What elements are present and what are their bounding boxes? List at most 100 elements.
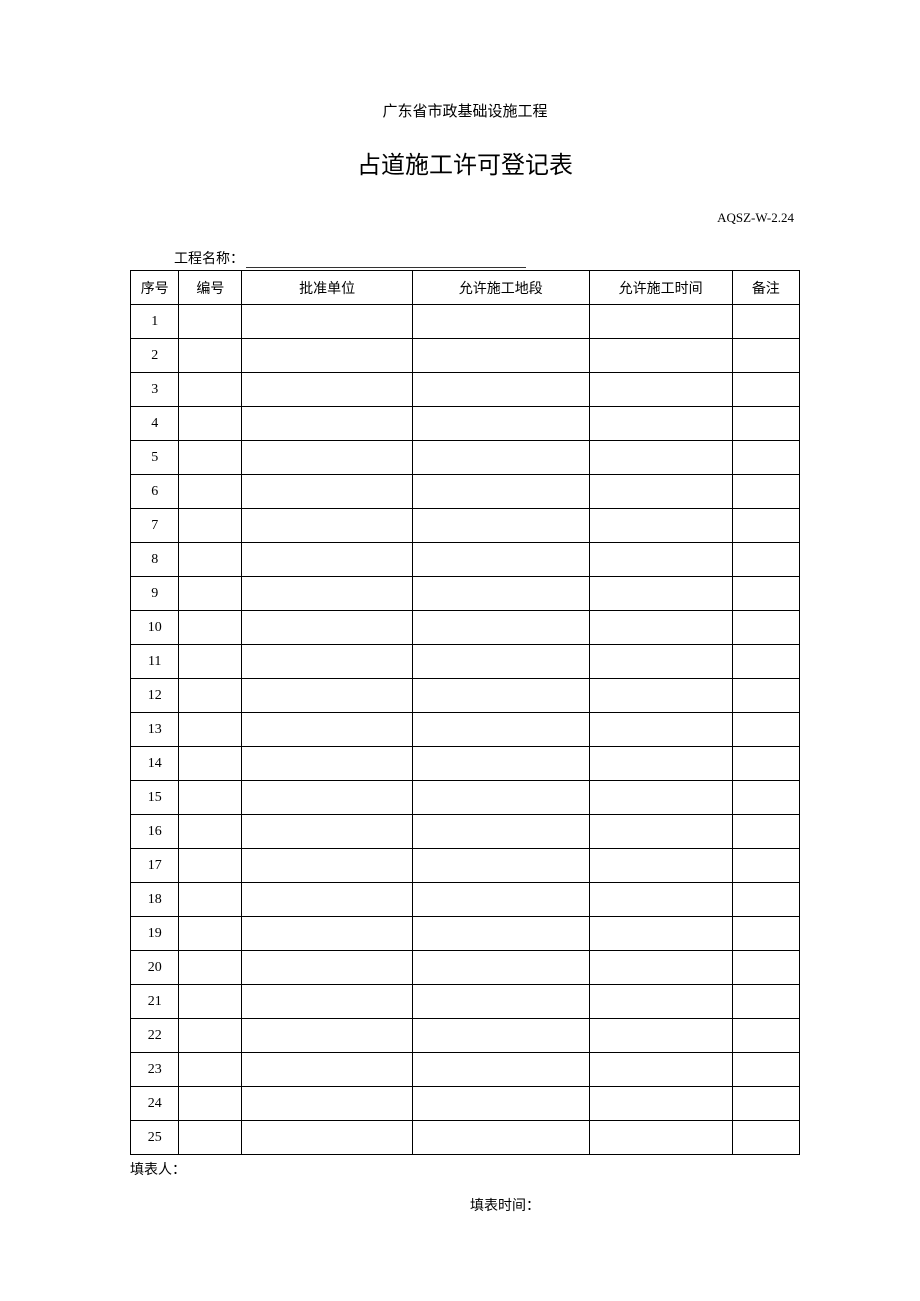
table-row: 15 <box>131 781 800 815</box>
cell-num <box>179 679 242 713</box>
cell-num <box>179 747 242 781</box>
cell-location <box>412 1087 589 1121</box>
cell-time <box>589 1087 732 1121</box>
cell-note <box>732 781 799 815</box>
cell-approver <box>242 951 412 985</box>
table-header-row: 序号 编号 批准单位 允许施工地段 允许施工时间 备注 <box>131 271 800 305</box>
cell-num <box>179 849 242 883</box>
cell-approver <box>242 883 412 917</box>
cell-note <box>732 441 799 475</box>
cell-note <box>732 1019 799 1053</box>
cell-note <box>732 611 799 645</box>
table-row: 2 <box>131 339 800 373</box>
project-name-label: 工程名称： <box>174 252 244 267</box>
cell-time <box>589 713 732 747</box>
cell-seq: 14 <box>131 747 179 781</box>
table-row: 7 <box>131 509 800 543</box>
cell-approver <box>242 815 412 849</box>
cell-location <box>412 441 589 475</box>
cell-seq: 13 <box>131 713 179 747</box>
cell-note <box>732 509 799 543</box>
cell-time <box>589 951 732 985</box>
cell-location <box>412 951 589 985</box>
cell-seq: 21 <box>131 985 179 1019</box>
cell-time <box>589 849 732 883</box>
fill-time-label: 填表时间： <box>130 1195 800 1215</box>
cell-seq: 4 <box>131 407 179 441</box>
table-row: 1 <box>131 305 800 339</box>
cell-num <box>179 407 242 441</box>
cell-location <box>412 883 589 917</box>
cell-location <box>412 781 589 815</box>
cell-seq: 19 <box>131 917 179 951</box>
cell-approver <box>242 339 412 373</box>
cell-approver <box>242 475 412 509</box>
cell-time <box>589 543 732 577</box>
col-header-location: 允许施工地段 <box>412 271 589 305</box>
cell-location <box>412 509 589 543</box>
cell-num <box>179 339 242 373</box>
table-row: 23 <box>131 1053 800 1087</box>
cell-seq: 24 <box>131 1087 179 1121</box>
cell-num <box>179 611 242 645</box>
cell-time <box>589 441 732 475</box>
cell-seq: 18 <box>131 883 179 917</box>
cell-seq: 11 <box>131 645 179 679</box>
cell-location <box>412 985 589 1019</box>
table-row: 9 <box>131 577 800 611</box>
cell-seq: 23 <box>131 1053 179 1087</box>
table-row: 3 <box>131 373 800 407</box>
cell-approver <box>242 407 412 441</box>
cell-location <box>412 1121 589 1155</box>
cell-num <box>179 781 242 815</box>
cell-seq: 5 <box>131 441 179 475</box>
cell-time <box>589 815 732 849</box>
cell-note <box>732 679 799 713</box>
cell-location <box>412 577 589 611</box>
table-row: 17 <box>131 849 800 883</box>
table-row: 5 <box>131 441 800 475</box>
cell-time <box>589 1121 732 1155</box>
cell-num <box>179 985 242 1019</box>
col-header-approver: 批准单位 <box>242 271 412 305</box>
cell-seq: 7 <box>131 509 179 543</box>
cell-time <box>589 645 732 679</box>
cell-time <box>589 407 732 441</box>
cell-note <box>732 713 799 747</box>
cell-approver <box>242 849 412 883</box>
cell-num <box>179 1087 242 1121</box>
cell-seq: 16 <box>131 815 179 849</box>
cell-approver <box>242 441 412 475</box>
cell-approver <box>242 713 412 747</box>
cell-num <box>179 577 242 611</box>
cell-time <box>589 1053 732 1087</box>
cell-num <box>179 1019 242 1053</box>
table-row: 11 <box>131 645 800 679</box>
col-header-num: 编号 <box>179 271 242 305</box>
cell-time <box>589 1019 732 1053</box>
cell-approver <box>242 781 412 815</box>
cell-seq: 22 <box>131 1019 179 1053</box>
col-header-time: 允许施工时间 <box>589 271 732 305</box>
cell-note <box>732 543 799 577</box>
table-row: 18 <box>131 883 800 917</box>
cell-note <box>732 1053 799 1087</box>
cell-note <box>732 305 799 339</box>
col-header-note: 备注 <box>732 271 799 305</box>
cell-seq: 6 <box>131 475 179 509</box>
cell-num <box>179 305 242 339</box>
cell-time <box>589 509 732 543</box>
cell-num <box>179 1121 242 1155</box>
document-title: 占道施工许可登记表 <box>130 145 800 180</box>
cell-num <box>179 1053 242 1087</box>
table-row: 10 <box>131 611 800 645</box>
cell-location <box>412 339 589 373</box>
table-row: 16 <box>131 815 800 849</box>
cell-note <box>732 407 799 441</box>
cell-approver <box>242 1121 412 1155</box>
cell-num <box>179 543 242 577</box>
cell-time <box>589 985 732 1019</box>
cell-time <box>589 883 732 917</box>
cell-note <box>732 951 799 985</box>
table-row: 19 <box>131 917 800 951</box>
